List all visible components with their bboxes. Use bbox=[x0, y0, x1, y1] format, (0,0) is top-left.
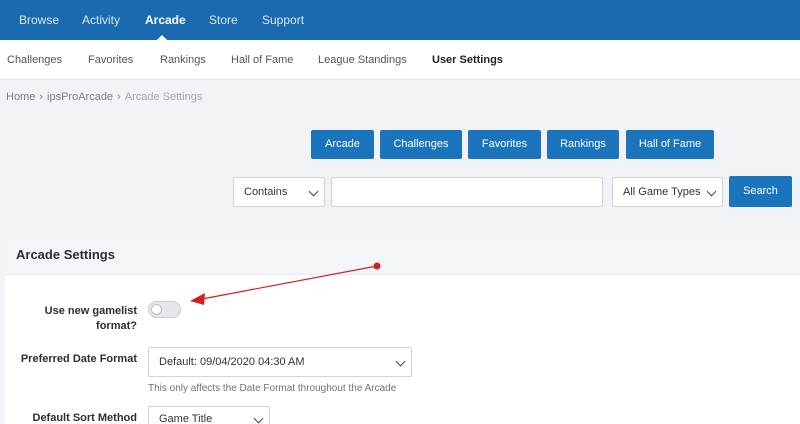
subnav-league-standings[interactable]: League Standings bbox=[318, 40, 407, 80]
sort-method-select[interactable]: Game Title bbox=[148, 406, 270, 424]
sort-method-label: Default Sort Method bbox=[32, 412, 138, 424]
gamelist-format-label: Use new gamelist format? bbox=[45, 304, 137, 334]
nav-support[interactable]: Support bbox=[262, 0, 304, 40]
breadcrumb-home[interactable]: Home bbox=[6, 91, 35, 103]
subnav-rankings[interactable]: Rankings bbox=[160, 40, 206, 80]
search-button[interactable]: Search bbox=[729, 176, 792, 207]
chevron-down-icon bbox=[308, 186, 319, 197]
arcade-button[interactable]: Arcade bbox=[311, 130, 374, 159]
nav-store[interactable]: Store bbox=[209, 0, 238, 40]
nav-activity[interactable]: Activity bbox=[82, 0, 120, 40]
chevron-down-icon bbox=[395, 356, 406, 367]
subnav-challenges[interactable]: Challenges bbox=[7, 40, 62, 80]
breadcrumb-separator: › bbox=[39, 91, 44, 103]
top-navigation: Browse Activity Arcade Store Support bbox=[0, 0, 800, 40]
sort-method-value: Game Title bbox=[159, 413, 213, 424]
nav-browse[interactable]: Browse bbox=[19, 0, 59, 40]
subnav-hall-of-fame[interactable]: Hall of Fame bbox=[231, 40, 293, 80]
favorites-button[interactable]: Favorites bbox=[468, 130, 541, 159]
game-type-select[interactable]: All Game Types bbox=[612, 177, 723, 207]
breadcrumb: Home › ipsProArcade › Arcade Settings bbox=[6, 91, 202, 103]
gamelist-format-label-line2: format? bbox=[96, 320, 137, 332]
subnav-favorites[interactable]: Favorites bbox=[88, 40, 133, 80]
nav-arcade[interactable]: Arcade bbox=[145, 0, 186, 40]
date-format-value: Default: 09/04/2020 04:30 AM bbox=[159, 356, 305, 368]
chevron-down-icon bbox=[706, 186, 717, 197]
search-input[interactable] bbox=[331, 177, 603, 207]
search-mode-select[interactable]: Contains bbox=[233, 177, 325, 207]
search-mode-value: Contains bbox=[244, 186, 288, 198]
date-format-select[interactable]: Default: 09/04/2020 04:30 AM bbox=[148, 347, 412, 377]
breadcrumb-separator: › bbox=[117, 91, 121, 103]
gamelist-format-toggle[interactable] bbox=[148, 301, 181, 318]
settings-panel-title: Arcade Settings bbox=[16, 247, 115, 262]
hall-of-fame-button[interactable]: Hall of Fame bbox=[626, 130, 714, 159]
breadcrumb-section[interactable]: ipsProArcade bbox=[47, 91, 113, 103]
date-format-label: Preferred Date Format bbox=[20, 353, 137, 365]
gamelist-format-label-line1: Use new gamelist bbox=[44, 305, 137, 317]
sub-navigation: Challenges Favorites Rankings Hall of Fa… bbox=[0, 40, 800, 80]
rankings-button[interactable]: Rankings bbox=[547, 130, 619, 159]
challenges-button[interactable]: Challenges bbox=[380, 130, 462, 159]
subnav-user-settings[interactable]: User Settings bbox=[432, 40, 503, 80]
toggle-knob bbox=[151, 304, 162, 315]
game-type-value: All Game Types bbox=[623, 186, 701, 198]
settings-panel-header: Arcade Settings bbox=[5, 234, 800, 275]
breadcrumb-current: Arcade Settings bbox=[124, 91, 203, 103]
chevron-down-icon bbox=[253, 413, 264, 424]
date-format-hint: This only affects the Date Format throug… bbox=[148, 383, 397, 394]
